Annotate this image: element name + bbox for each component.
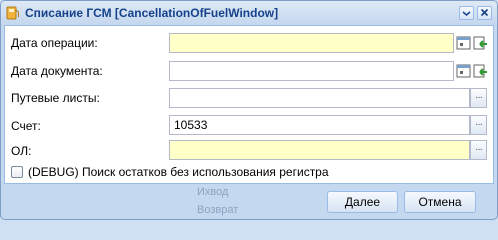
operation-date-field[interactable] [169,33,454,53]
operation-date-label: Дата операции: [11,36,98,50]
ol-field[interactable] [169,140,470,160]
ellipsis-icon: ··· [475,119,483,130]
ellipsis-icon: ··· [475,144,483,155]
cancellation-of-fuel-window: Списание ГСМ [CancellationOfFuelWindow] … [0,0,498,220]
ellipsis-icon: ··· [475,92,483,103]
minimize-button[interactable] [459,6,474,20]
ol-label: ОЛ: [11,144,32,158]
account-label: Счет: [11,119,41,133]
account-select-button[interactable]: ··· [470,115,487,135]
titlebar[interactable]: Списание ГСМ [CancellationOfFuelWindow] [1,1,497,25]
calendar-icon[interactable] [456,35,472,51]
waybills-field[interactable] [169,88,470,108]
fuel-icon [6,6,19,20]
next-button[interactable]: Далее [327,191,398,213]
document-date-field[interactable] [169,61,454,81]
clear-icon[interactable] [472,63,488,79]
debug-checkbox-label: (DEBUG) Поиск остатков без использования… [28,165,329,179]
account-field[interactable] [169,115,470,135]
debug-checkbox[interactable] [11,166,23,178]
clear-icon[interactable] [472,35,488,51]
form-panel: Дата операции: Дата документа: Путевые л… [4,25,494,184]
ol-select-button[interactable]: ··· [470,140,487,160]
window-title: Списание ГСМ [CancellationOfFuelWindow] [25,6,279,20]
background-text: Возврат [197,204,239,216]
close-icon [480,8,489,17]
background-text: Ихвод [197,186,229,198]
minimize-icon [462,11,471,16]
calendar-icon[interactable] [456,63,472,79]
cancel-button[interactable]: Отмена [404,191,476,213]
waybills-select-button[interactable]: ··· [470,88,487,108]
document-date-label: Дата документа: [11,64,103,78]
close-button[interactable] [477,6,492,20]
waybills-label: Путевые листы: [11,91,100,105]
